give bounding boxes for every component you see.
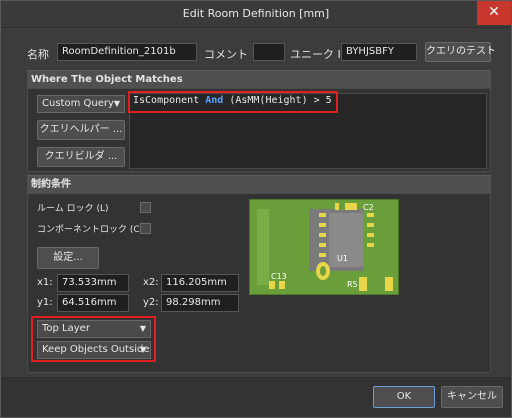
r5-component [359,277,367,291]
y1-label: y1: [37,297,53,308]
x2-field[interactable]: 116.205mm [161,274,239,292]
query-highlight-box [128,91,338,113]
layer-options-highlight-box [31,316,156,362]
chevron-down-icon: ▼ [113,99,120,108]
pcb-preview: C2 U1 C13 R5 [249,199,399,295]
comment-label: コメント [204,48,248,61]
settings-button[interactable]: 設定... [37,247,99,269]
cancel-button[interactable]: キャンセル [441,386,503,408]
close-button[interactable]: ✕ [477,1,511,25]
x1-field[interactable]: 73.533mm [57,274,129,292]
ok-button[interactable]: OK [373,386,435,408]
uid-field[interactable]: BYHJSBFY [341,43,417,61]
r5-label: R5 [347,280,358,289]
component-lock-label: コンポーネントロック (C) [37,225,144,235]
u1-label: U1 [337,254,348,263]
close-icon: ✕ [488,4,500,20]
c2-label: C2 [363,203,374,212]
y2-label: y2: [143,297,159,308]
comment-field[interactable] [253,43,285,61]
constraints-heading: 制約条件 [27,175,491,193]
y1-field[interactable]: 64.516mm [57,294,129,312]
query-type-dropdown[interactable]: Custom Query ▼ [37,95,125,113]
y2-field[interactable]: 98.298mm [161,294,239,312]
name-label: 名称 [27,48,49,61]
x2-label: x2: [143,277,159,288]
window-title: Edit Room Definition [mm] [182,7,330,20]
c2-component [335,203,357,210]
room-lock-checkbox[interactable] [140,202,151,213]
c13-label: C13 [271,272,287,281]
room-lock-label: ルーム ロック (L) [37,204,109,214]
title-bar: Edit Room Definition [mm] ✕ [1,1,511,28]
x1-label: x1: [37,277,53,288]
name-field[interactable]: RoomDefinition_2101b [57,43,197,61]
component-lock-checkbox[interactable] [140,223,151,234]
query-builder-button[interactable]: クエリビルダ ... [37,147,125,167]
where-section-heading: Where The Object Matches [27,70,491,88]
query-helper-button[interactable]: クエリヘルパー ... [37,120,125,140]
dialog-window: Edit Room Definition [mm] ✕ 名称 RoomDefin… [0,0,512,418]
query-type-value: Custom Query [42,98,114,109]
test-query-button[interactable]: クエリのテスト [425,42,496,62]
